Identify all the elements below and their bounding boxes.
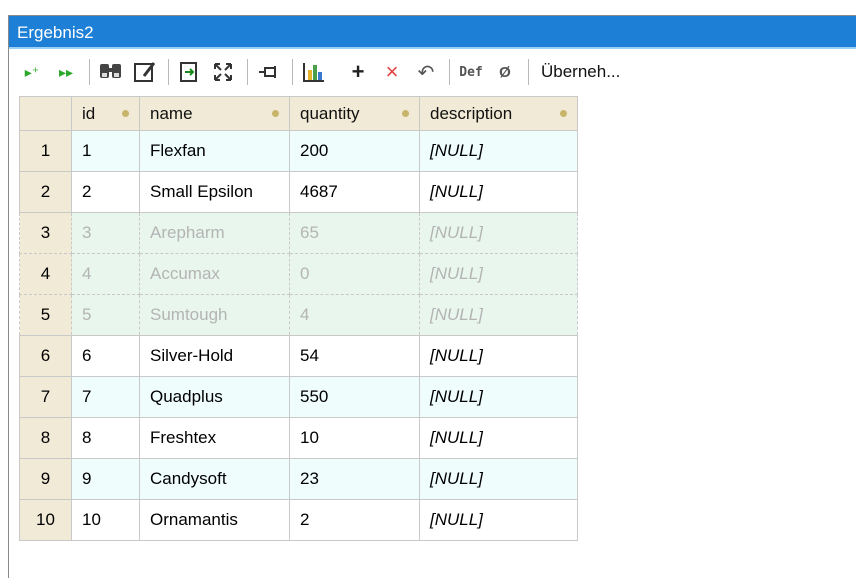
table-row[interactable]: 5 5 Sumtough 4 [NULL]: [19, 294, 578, 336]
toolbar-separator: [247, 59, 248, 85]
pin-icon[interactable]: [254, 57, 284, 87]
add-row-icon[interactable]: +: [343, 57, 373, 87]
toolbar-separator: [528, 59, 529, 85]
cell-id[interactable]: 1: [71, 130, 140, 172]
column-header-id[interactable]: id: [71, 96, 140, 131]
export-icon[interactable]: [175, 57, 205, 87]
cell-description[interactable]: [NULL]: [419, 417, 578, 459]
cell-id[interactable]: 6: [71, 335, 140, 377]
cell-id[interactable]: 5: [71, 294, 140, 336]
append-rows-icon[interactable]: ▸▸: [51, 57, 81, 87]
cell-quantity[interactable]: 65: [289, 212, 420, 254]
cell-quantity[interactable]: 23: [289, 458, 420, 500]
column-header-description[interactable]: description: [419, 96, 578, 131]
cell-quantity[interactable]: 200: [289, 130, 420, 172]
cell-name[interactable]: Flexfan: [139, 130, 290, 172]
toolbar: ▸⁺ ▸▸ + × ↶ Def Ø Überneh...: [9, 53, 856, 91]
cell-id[interactable]: 3: [71, 212, 140, 254]
cell-name[interactable]: Freshtex: [139, 417, 290, 459]
cell-name[interactable]: Silver-Hold: [139, 335, 290, 377]
cell-description[interactable]: [NULL]: [419, 212, 578, 254]
toolbar-separator: [449, 59, 450, 85]
table-row[interactable]: 2 2 Small Epsilon 4687 [NULL]: [19, 171, 578, 213]
set-null-icon[interactable]: Ø: [490, 57, 520, 87]
cell-name[interactable]: Quadplus: [139, 376, 290, 418]
cell-name[interactable]: Sumtough: [139, 294, 290, 336]
cell-description[interactable]: [NULL]: [419, 335, 578, 377]
row-number[interactable]: 8: [19, 417, 72, 459]
cell-description[interactable]: [NULL]: [419, 458, 578, 500]
set-default-icon[interactable]: Def: [456, 57, 486, 87]
cell-id[interactable]: 7: [71, 376, 140, 418]
cell-id[interactable]: 8: [71, 417, 140, 459]
cell-name[interactable]: Small Epsilon: [139, 171, 290, 213]
column-marker-icon: [272, 110, 279, 117]
row-number[interactable]: 1: [19, 130, 72, 172]
table-row[interactable]: 1 1 Flexfan 200 [NULL]: [19, 130, 578, 172]
row-number[interactable]: 9: [19, 458, 72, 500]
row-number[interactable]: 5: [19, 294, 72, 336]
row-number[interactable]: 7: [19, 376, 72, 418]
column-header-name[interactable]: name: [139, 96, 290, 131]
column-marker-icon: [560, 110, 567, 117]
table-row[interactable]: 3 3 Arepharm 65 [NULL]: [19, 212, 578, 254]
grid-body: 1 1 Flexfan 200 [NULL] 2 2 Small Epsilon 4687 [NU…: [19, 130, 578, 541]
cell-quantity[interactable]: 4687: [289, 171, 420, 213]
cell-id[interactable]: 2: [71, 171, 140, 213]
window-title: Ergebnis2: [17, 23, 94, 42]
row-number[interactable]: 3: [19, 212, 72, 254]
maximize-icon[interactable]: [209, 57, 239, 87]
table-row[interactable]: 10 10 Ornamantis 2 [NULL]: [19, 499, 578, 541]
header-row: id name quantity description: [19, 96, 578, 131]
table-row[interactable]: 8 8 Freshtex 10 [NULL]: [19, 417, 578, 459]
window-title-bar[interactable]: Ergebnis2: [9, 16, 856, 49]
column-header-quantity[interactable]: quantity: [289, 96, 420, 131]
row-number[interactable]: 6: [19, 335, 72, 377]
cell-id[interactable]: 10: [71, 499, 140, 541]
table-row[interactable]: 4 4 Accumax 0 [NULL]: [19, 253, 578, 295]
cell-description[interactable]: [NULL]: [419, 499, 578, 541]
edit-data-icon[interactable]: [130, 57, 160, 87]
cell-quantity[interactable]: 2: [289, 499, 420, 541]
cell-quantity[interactable]: 0: [289, 253, 420, 295]
table-row[interactable]: 9 9 Candysoft 23 [NULL]: [19, 458, 578, 500]
result-window: Ergebnis2 ▸⁺ ▸▸ + × ↶ Def Ø Überneh... i…: [8, 15, 856, 578]
delete-row-icon[interactable]: ×: [377, 57, 407, 87]
result-grid: id name quantity description 1 1 Flexfan 20…: [19, 96, 578, 541]
cell-description[interactable]: [NULL]: [419, 376, 578, 418]
append-row-icon[interactable]: ▸⁺: [17, 57, 47, 87]
row-number[interactable]: 4: [19, 253, 72, 295]
row-number[interactable]: 2: [19, 171, 72, 213]
cell-name[interactable]: Candysoft: [139, 458, 290, 500]
table-row[interactable]: 7 7 Quadplus 550 [NULL]: [19, 376, 578, 418]
chart-icon[interactable]: [299, 57, 329, 87]
cell-quantity[interactable]: 54: [289, 335, 420, 377]
cell-name[interactable]: Accumax: [139, 253, 290, 295]
column-marker-icon: [122, 110, 129, 117]
find-icon[interactable]: [96, 57, 126, 87]
cell-id[interactable]: 9: [71, 458, 140, 500]
cell-quantity[interactable]: 10: [289, 417, 420, 459]
commit-button[interactable]: Überneh...: [535, 62, 626, 82]
toolbar-separator: [292, 59, 293, 85]
cell-name[interactable]: Ornamantis: [139, 499, 290, 541]
toolbar-separator: [89, 59, 90, 85]
cell-description[interactable]: [NULL]: [419, 294, 578, 336]
cell-description[interactable]: [NULL]: [419, 130, 578, 172]
cell-quantity[interactable]: 4: [289, 294, 420, 336]
cell-id[interactable]: 4: [71, 253, 140, 295]
cell-description[interactable]: [NULL]: [419, 171, 578, 213]
cell-quantity[interactable]: 550: [289, 376, 420, 418]
cell-description[interactable]: [NULL]: [419, 253, 578, 295]
table-row[interactable]: 6 6 Silver-Hold 54 [NULL]: [19, 335, 578, 377]
grid-corner[interactable]: [19, 96, 72, 131]
toolbar-separator: [168, 59, 169, 85]
row-number[interactable]: 10: [19, 499, 72, 541]
undo-changes-icon[interactable]: ↶: [411, 57, 441, 87]
column-marker-icon: [402, 110, 409, 117]
cell-name[interactable]: Arepharm: [139, 212, 290, 254]
